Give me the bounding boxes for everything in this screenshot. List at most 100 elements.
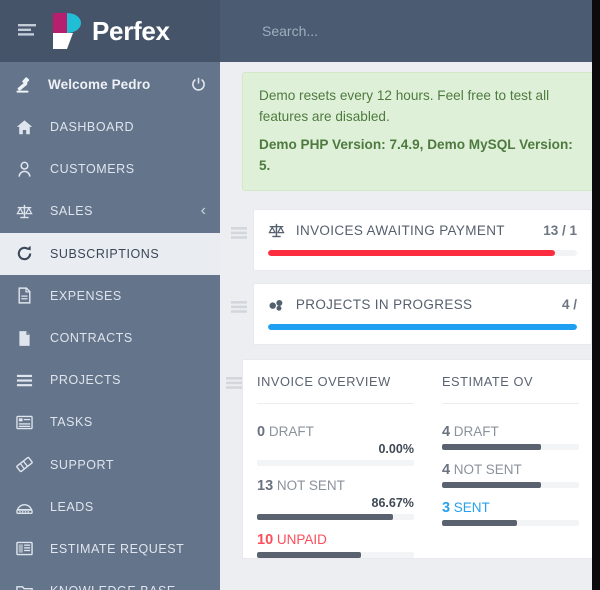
perfex-logo-icon	[53, 13, 81, 49]
progress-card[interactable]: INVOICES AWAITING PAYMENT 13 / 1	[252, 209, 592, 272]
overview-stat-label: 13 NOT SENT	[257, 478, 414, 494]
sidebar-item-label: ESTIMATE REQUEST	[50, 541, 185, 556]
telephone-icon	[16, 498, 40, 515]
sidebar-item-dashboard[interactable]: DASHBOARD	[0, 106, 220, 148]
drag-handle[interactable]	[226, 359, 242, 390]
sidebar-welcome-label: Welcome Pedro	[48, 76, 151, 92]
overview-stat-label: 10 UNPAID	[257, 532, 414, 548]
search-input[interactable]	[262, 23, 592, 39]
progress-card-title: INVOICES AWAITING PAYMENT	[295, 223, 505, 239]
bars-icon	[16, 372, 40, 389]
chevron-left-icon: ‹	[200, 202, 206, 220]
sidebar-welcome-row[interactable]: Welcome Pedro	[0, 62, 220, 106]
sidebar-item-label: CUSTOMERS	[50, 162, 135, 177]
sidebar-item-leads[interactable]: LEADS	[0, 486, 220, 528]
drag-handle[interactable]	[226, 209, 253, 240]
sidebar-item-sales[interactable]: SALES ‹	[0, 190, 220, 232]
progress-card-title: PROJECTS IN PROGRESS	[295, 297, 473, 313]
sidebar-item-projects[interactable]: PROJECTS	[0, 359, 220, 401]
overview-stat-label: 3 SENT	[442, 500, 579, 516]
sidebar-item-label: LEADS	[50, 499, 94, 514]
overview-stat-percent: 86.67%	[371, 496, 414, 511]
ticket-icon	[16, 456, 40, 473]
overview-column: ESTIMATE OV 4 DRAFT 4 NOT SENT 3 SENT	[428, 374, 592, 558]
progress-card-row: PROJECTS IN PROGRESS 4 /	[226, 283, 592, 346]
alert-line-1: Demo resets every 12 hours. Feel free to…	[259, 88, 550, 103]
overview-stat: 13 NOT SENT 86.67%	[257, 466, 414, 521]
sidebar-item-estimate-request[interactable]: ESTIMATE REQUEST	[0, 528, 220, 570]
perfex-dashboard-window: Perfex Welcome Pedro	[0, 0, 592, 590]
overview-stat-name: NOT SENT	[453, 462, 522, 478]
overview-stat-percent: 0.00%	[378, 442, 414, 457]
overview-stat-value: 10	[257, 532, 274, 549]
overview-column-title: ESTIMATE OV	[441, 374, 534, 390]
overview-stat-track	[441, 520, 579, 527]
demo-alert: Demo resets every 12 hours. Feel free to…	[242, 72, 592, 192]
overview-stat-name: DRAFT	[268, 424, 314, 440]
projects-icon	[268, 296, 290, 313]
progress-card-count: 13 / 1	[543, 223, 577, 239]
scales-icon	[16, 203, 40, 220]
brand-logo-link[interactable]: Perfex	[53, 13, 170, 49]
overview-card-row: INVOICE OVERVIEW 0 DRAFT 0.00% 13 NOT SENT 8…	[226, 359, 592, 560]
sidebar-item-subscriptions[interactable]: SUBSCRIPTIONS	[0, 232, 220, 275]
overview-card: INVOICE OVERVIEW 0 DRAFT 0.00% 13 NOT SENT 8…	[242, 359, 592, 560]
sidebar-item-expenses[interactable]: EXPENSES	[0, 275, 220, 317]
progress-card-count: 4 /	[561, 297, 577, 313]
home-icon	[16, 119, 40, 136]
sidebar-item-label: EXPENSES	[50, 288, 122, 303]
file-text-icon	[16, 287, 40, 304]
overview-stat-name: UNPAID	[276, 532, 327, 548]
overview-stat: 0 DRAFT 0.00%	[257, 412, 414, 467]
gavel-icon	[16, 76, 38, 93]
overview-column: INVOICE OVERVIEW 0 DRAFT 0.00% 13 NOT SENT 8…	[243, 374, 428, 559]
tasks-list-icon	[16, 414, 40, 431]
progress-bar-fill	[267, 324, 577, 331]
drag-handle[interactable]	[226, 283, 253, 314]
sidebar-item-label: SUBSCRIPTIONS	[50, 246, 160, 261]
overview-stat-value: 4	[441, 424, 451, 441]
sidebar-item-label: SALES	[50, 204, 94, 219]
overview-stat-name: SENT	[453, 500, 490, 516]
power-icon[interactable]	[191, 77, 206, 92]
overview-stat-label: 0 DRAFT	[257, 424, 414, 440]
overview-stat: 4 DRAFT	[441, 412, 579, 451]
overview-stat-value: 4	[441, 462, 451, 479]
overview-stat: 4 NOT SENT	[441, 450, 579, 489]
scales-icon	[268, 222, 290, 239]
sidebar-nav-list: DASHBOARD CUSTOMERS SALES ‹ SUBSCRIPTIONS EXP…	[0, 106, 220, 590]
top-bar-brand-area: Perfex	[0, 0, 220, 62]
refresh-icon	[16, 245, 40, 262]
user-icon	[16, 161, 40, 178]
sidebar-item-label: DASHBOARD	[50, 120, 135, 135]
sidebar-item-label: PROJECTS	[50, 373, 122, 388]
overview-stat-fill	[257, 552, 361, 559]
overview-stat-track	[257, 552, 414, 559]
overview-stat-label: 4 DRAFT	[442, 424, 579, 440]
search-area	[220, 0, 592, 62]
folder-icon	[16, 583, 40, 590]
sidebar-item-knowledge-base[interactable]: KNOWLEDGE BASE	[0, 570, 220, 590]
sidebar-item-label: KNOWLEDGE BASE	[50, 584, 176, 590]
brand-name: Perfex	[92, 15, 170, 46]
sidebar-item-customers[interactable]: CUSTOMERS	[0, 148, 220, 190]
table-form-icon	[16, 540, 40, 557]
overview-stat: 3 SENT	[441, 488, 579, 527]
progress-bar-track	[267, 250, 577, 257]
sidebar-item-support[interactable]: SUPPORT	[0, 444, 220, 486]
divider	[441, 403, 579, 405]
main-content: Demo resets every 12 hours. Feel free to…	[220, 62, 592, 590]
alert-version-line: Demo PHP Version: 7.4.9, Demo MySQL Vers…	[259, 137, 573, 174]
top-bar: Perfex	[0, 0, 592, 62]
sidebar-item-contracts[interactable]: CONTRACTS	[0, 317, 220, 359]
overview-stat-name: DRAFT	[453, 424, 499, 440]
overview-stat-value: 13	[257, 478, 274, 495]
progress-bar-track	[267, 324, 577, 331]
align-left-icon[interactable]	[8, 23, 48, 39]
sidebar-item-label: TASKS	[50, 415, 93, 430]
progress-card[interactable]: PROJECTS IN PROGRESS 4 /	[252, 283, 592, 346]
sidebar-item-tasks[interactable]: TASKS	[0, 401, 220, 443]
progress-cards-area: INVOICES AWAITING PAYMENT 13 / 1 PROJECTS …	[220, 209, 592, 346]
progress-card-row: INVOICES AWAITING PAYMENT 13 / 1	[226, 209, 592, 272]
screen-edge-strip	[592, 0, 600, 590]
